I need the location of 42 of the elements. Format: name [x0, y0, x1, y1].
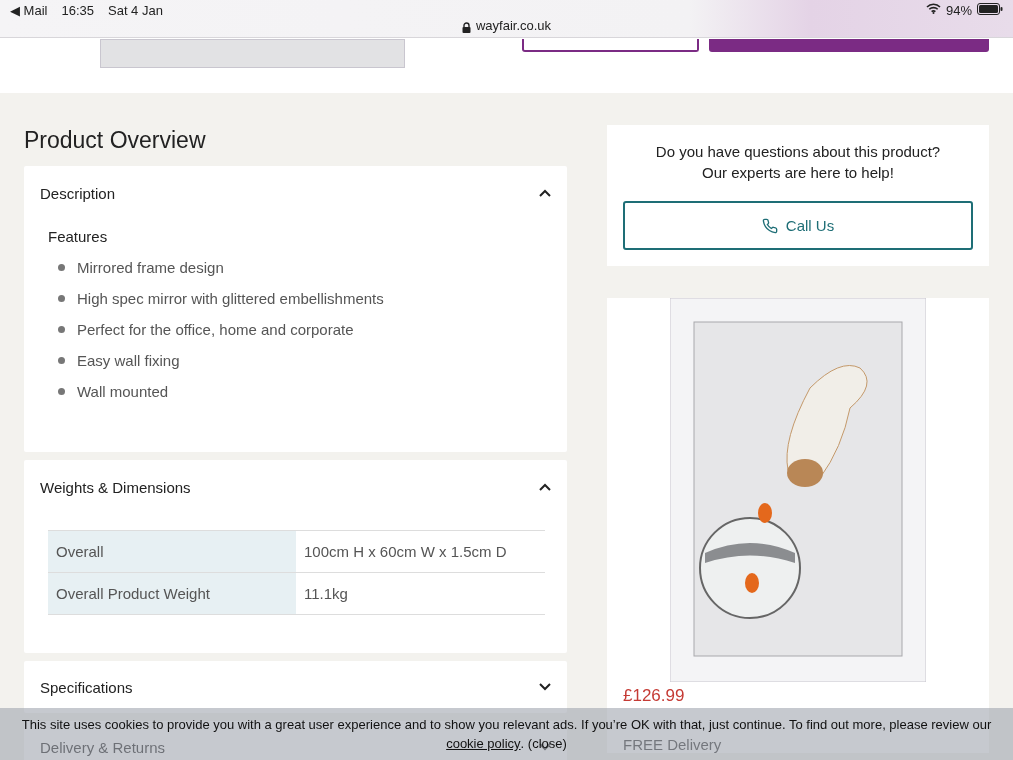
chevron-up-icon[interactable] [539, 483, 551, 491]
accordion-title[interactable]: Weights & Dimensions [40, 478, 191, 496]
feature-item: Wall mounted [77, 383, 169, 400]
battery-icon [977, 3, 1003, 15]
section-heading: Product Overview [24, 127, 207, 154]
features-heading: Features [48, 228, 109, 245]
accordion-title[interactable]: Description [40, 184, 116, 202]
feature-item: Perfect for the office, home and corporate [77, 321, 354, 338]
table-label-cell: Overall Product Weight [48, 573, 296, 614]
url-text[interactable]: wayfair.co.uk [475, 18, 552, 33]
date: Sat 4 Jan [108, 3, 163, 20]
table-value-cell-text: 100cm H x 60cm W x 1.5cm D [303, 542, 508, 562]
close-text[interactable]: . (close) [520, 734, 567, 753]
outline-button[interactable] [522, 39, 699, 52]
product-thumbnail[interactable] [100, 39, 405, 68]
table-label-cell: Overall [48, 531, 296, 572]
chevron-up-icon[interactable] [539, 189, 551, 197]
feature-item: Mirrored frame design [77, 259, 224, 276]
lock-icon [461, 22, 471, 33]
call-button[interactable]: Call Us [623, 201, 973, 250]
product-price: £126.99 [623, 686, 685, 706]
wifi-icon [925, 3, 941, 14]
bullet-icon [58, 295, 65, 302]
phone-icon [761, 217, 778, 234]
help-text: Our experts are here to help! [702, 164, 894, 181]
help-text: Do you have questions about this product? [655, 143, 941, 160]
table-value-cell-text: 11.1kg [303, 584, 349, 604]
bullet-icon [58, 357, 65, 364]
accordion-title[interactable]: Specifications [40, 678, 133, 696]
bullet-icon [58, 264, 65, 271]
delivery-info: FREE Delivery [623, 736, 722, 753]
clock: 16:35 [61, 3, 94, 20]
battery-percent: 94% [945, 3, 972, 18]
chevron-down-icon[interactable] [539, 743, 551, 751]
bullet-icon [58, 388, 65, 395]
chevron-down-icon[interactable] [539, 683, 551, 691]
cookie-policy-link[interactable]: cookie policy [446, 734, 521, 753]
back-link[interactable]: ◀ Mail [10, 3, 48, 37]
feature-item: Easy wall fixing [77, 352, 180, 369]
bullet-icon [58, 326, 65, 333]
cookie-notice: This site uses cookies to provide you with a great user experience and to show you relevant ads. If you’re OK with that, just continue. To find out more, please review our [21, 716, 992, 734]
feature-item: High spec mirror with glittered embellishments [77, 290, 384, 307]
